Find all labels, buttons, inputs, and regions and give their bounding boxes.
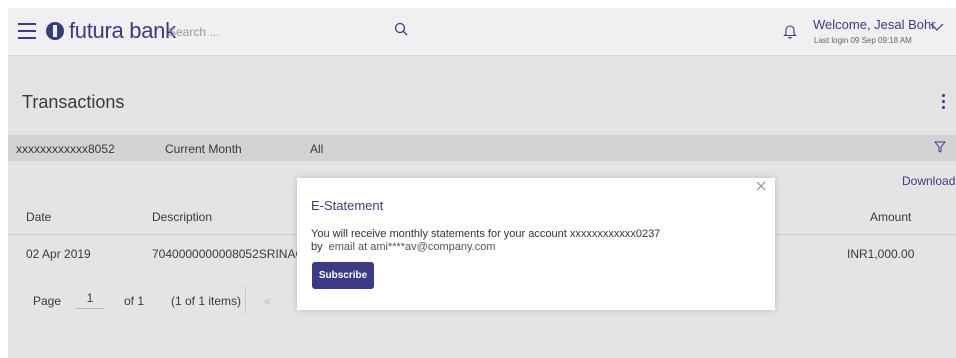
filter-icon[interactable] [934, 141, 946, 153]
download-link[interactable]: Download [902, 174, 955, 188]
filter-bar[interactable]: xxxxxxxxxxxx8052 Current Month All [8, 135, 956, 161]
menu-icon[interactable] [18, 23, 36, 39]
modal-message-email: by email at ami****av@company.com [311, 241, 495, 253]
search-icon[interactable] [394, 22, 408, 36]
last-login-text: Last login 09 Sep 09:18 AM [814, 36, 912, 45]
logo-icon [46, 22, 64, 40]
first-page-icon[interactable]: « [264, 294, 271, 308]
e-statement-modal: E-Statement You will receive monthly sta… [297, 178, 775, 310]
pagination-divider [245, 286, 246, 314]
top-header: futura bank Search ... Welcome, Jesal Bo… [8, 8, 956, 56]
brand-name: futura bank [69, 18, 176, 43]
column-header-description: Description [152, 210, 213, 224]
table-cell-date: 02 Apr 2019 [26, 247, 91, 261]
column-header-amount: Amount [870, 210, 912, 224]
welcome-text[interactable]: Welcome, Jesal Bohr [813, 17, 936, 32]
filter-period[interactable]: Current Month [165, 142, 242, 156]
page-title: Transactions [22, 92, 125, 112]
table-cell-amount: INR1,000.00 [847, 247, 915, 261]
modal-by-label: by [311, 241, 323, 253]
modal-message: You will receive monthly statements for … [311, 228, 661, 240]
kebab-menu-icon[interactable] [942, 94, 946, 110]
brand-logo[interactable]: futura bank [46, 17, 176, 45]
filter-type[interactable]: All [310, 142, 323, 156]
pagination-items-label: (1 of 1 items) [171, 294, 242, 308]
pagination-of-label: of 1 [124, 294, 145, 308]
close-icon[interactable] [755, 180, 767, 192]
pagination-page-label: Page [33, 294, 62, 308]
bell-icon[interactable] [783, 23, 797, 39]
page-number-input[interactable] [76, 287, 104, 309]
subscribe-button[interactable]: Subscribe [312, 262, 374, 289]
modal-email: email at ami****av@company.com [328, 241, 496, 253]
column-header-date: Date [26, 210, 52, 224]
filter-account[interactable]: xxxxxxxxxxxx8052 [16, 142, 115, 156]
table-cell-description[interactable]: 7040000000008052SRINAG [152, 247, 299, 261]
search-input[interactable]: Search ... [168, 25, 219, 39]
chevron-down-icon[interactable] [930, 22, 944, 32]
modal-title: E-Statement [311, 198, 384, 213]
